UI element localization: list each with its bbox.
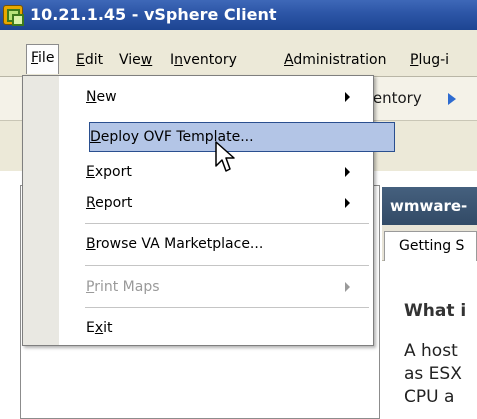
menu-bar: File Edit View Inventory Administration … bbox=[0, 30, 477, 77]
mouse-pointer-icon bbox=[215, 141, 235, 172]
content-heading: What i bbox=[404, 301, 467, 321]
window-titlebar: 10.21.1.45 - vSphere Client bbox=[0, 0, 477, 30]
breadcrumb-arrow-icon bbox=[448, 93, 456, 105]
menu-file[interactable]: File bbox=[26, 44, 60, 74]
menu-edit[interactable]: Edit bbox=[72, 47, 107, 75]
content-line: A host bbox=[404, 341, 458, 361]
menu-view[interactable]: View bbox=[115, 47, 156, 75]
tab-getting-started[interactable]: Getting S bbox=[384, 231, 477, 261]
content-body: What i A host as ESX CPU a bbox=[382, 261, 477, 419]
content-tabs: Getting S bbox=[382, 225, 477, 261]
file-menu-dropdown: New Deploy OVF Template... Export Report… bbox=[22, 75, 395, 346]
submenu-arrow-icon bbox=[345, 92, 350, 102]
vsphere-app-icon bbox=[3, 5, 24, 26]
window-title: 10.21.1.45 - vSphere Client bbox=[30, 5, 277, 24]
content-line: CPU a bbox=[404, 387, 455, 407]
menu-item-new[interactable]: New bbox=[63, 82, 368, 112]
submenu-arrow-icon bbox=[345, 167, 350, 177]
menu-inventory[interactable]: Inventory bbox=[166, 47, 241, 75]
menu-item-report[interactable]: Report bbox=[63, 188, 368, 218]
menu-item-deploy-ovf-template[interactable]: Deploy OVF Template... bbox=[89, 122, 395, 152]
menu-separator bbox=[85, 223, 369, 224]
menu-item-browse-va-marketplace[interactable]: Browse VA Marketplace... bbox=[63, 229, 368, 259]
menu-administration[interactable]: Administration bbox=[280, 47, 390, 75]
submenu-arrow-icon bbox=[345, 282, 350, 292]
menu-item-print-maps: Print Maps bbox=[63, 272, 368, 302]
menu-plugins[interactable]: Plug-i bbox=[406, 47, 453, 75]
content-line: as ESX bbox=[404, 364, 462, 384]
submenu-arrow-icon bbox=[345, 198, 350, 208]
menu-item-exit[interactable]: Exit bbox=[63, 313, 368, 343]
menu-gutter bbox=[23, 76, 59, 345]
menu-separator bbox=[85, 307, 369, 308]
content-header: wmware- bbox=[382, 187, 477, 225]
menu-separator bbox=[85, 265, 369, 266]
